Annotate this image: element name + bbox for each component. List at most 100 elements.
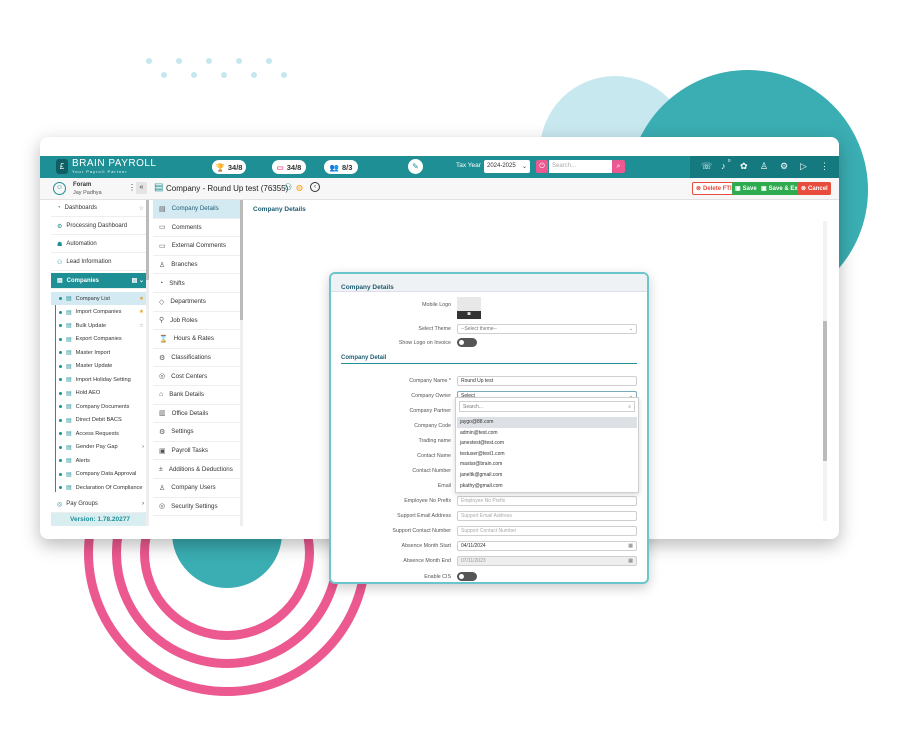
building-icon: ▤ <box>159 205 166 213</box>
field-input[interactable]: 07/11/2023 ▦ <box>457 556 637 566</box>
dropdown-option[interactable]: mastar@brain.com <box>457 459 637 470</box>
sidebar-subitem[interactable]: ▤ Alerts <box>51 454 149 467</box>
company-menu-item[interactable]: ⚙ Classifications <box>153 349 243 368</box>
star-filled-icon[interactable]: ★ <box>139 296 144 302</box>
dropdown-option[interactable]: jaygo@88.com <box>457 417 637 428</box>
field-input[interactable]: Employee No Prefix <box>457 496 637 506</box>
back-icon[interactable]: ‹ <box>310 182 320 192</box>
sidebar-subitem[interactable]: ▤ Bulk Update ☆ <box>51 319 149 332</box>
bank-icon: ⌂ <box>159 391 164 399</box>
sidebar-item-automation[interactable]: ☗ Automation <box>51 236 149 253</box>
pin-button[interactable]: ✎ <box>408 159 423 174</box>
tax-year-label: Tax Year <box>456 162 481 169</box>
content-scrollbar[interactable] <box>823 221 827 521</box>
company-menu-item[interactable]: ⚲ Job Roles <box>153 312 243 331</box>
org-icon[interactable]: ⚇ <box>284 182 292 193</box>
sidebar-subitem[interactable]: ▤ Master Import <box>51 346 149 359</box>
brand-logo[interactable]: £ BRAIN PAYROLL Your Payroll Partner <box>56 158 157 174</box>
document-icon: ▤ <box>66 404 72 410</box>
bag-icon: £ <box>56 158 68 174</box>
logout-icon[interactable]: ▷ <box>800 161 807 172</box>
settings-icon[interactable]: ⚙ <box>780 161 788 172</box>
company-menu-item[interactable]: ⌂ Bank Details <box>153 386 243 405</box>
company-menu-item[interactable]: ◎ Security Settings <box>153 498 243 517</box>
save-button[interactable]: ▣ Save <box>732 182 760 195</box>
chat-icon[interactable]: ☏ <box>701 161 712 172</box>
sidebar-item-processing[interactable]: ⚙ Processing Dashboard <box>51 218 149 235</box>
dropdown-search-input[interactable]: Search... ⌕ <box>459 401 635 412</box>
counter-pill-3[interactable]: 👥 8/3 <box>324 160 358 174</box>
sidebar-subitem[interactable]: ▤ Import Companies ★ <box>51 306 149 319</box>
sidebar-subitem[interactable]: ▤ Export Companies <box>51 333 149 346</box>
show-logo-toggle[interactable] <box>457 338 477 347</box>
star-filled-icon[interactable]: ★ <box>139 309 144 315</box>
company-menu-scrollbar[interactable] <box>240 200 243 526</box>
sidebar-subitem[interactable]: ▤ Gender Pay Gap › <box>51 441 149 454</box>
user-switch-icon[interactable]: ♙ <box>760 161 768 172</box>
field-input[interactable]: 04/11/2024 ▦ <box>457 541 637 551</box>
version-bar: Version: 1.78.20277 <box>51 513 149 526</box>
counter-pill-2[interactable]: ▭ 34/8 <box>272 160 306 174</box>
field-input[interactable]: Round Up test <box>457 376 637 386</box>
company-menu-item[interactable]: ⚙ Settings <box>153 423 243 442</box>
star-outline-icon[interactable]: ☆ <box>139 205 144 212</box>
sidebar-scrollbar[interactable] <box>146 200 149 526</box>
kebab-icon[interactable]: ⋮ <box>128 183 136 192</box>
company-menu-item[interactable]: ⌛ Hours & Rates <box>153 330 243 349</box>
company-menu-item[interactable]: ♙ Company Users <box>153 479 243 498</box>
collapse-sidebar-button[interactable]: « <box>136 182 147 194</box>
dropdown-option[interactable]: janestest@test.com <box>457 438 637 449</box>
company-menu-item[interactable]: ▭ External Comments <box>153 237 243 256</box>
dropdown-option[interactable]: admin@test.com <box>457 428 637 439</box>
department-icon: ◇ <box>159 298 165 306</box>
company-menu-item[interactable]: ◎ Cost Centers <box>153 367 243 386</box>
counter-pill-1[interactable]: 🏆 34/8 <box>212 160 246 174</box>
company-menu-item[interactable]: ◇ Departments <box>153 293 243 312</box>
avatar[interactable]: ☺ <box>53 182 66 195</box>
dropdown-option[interactable]: pkathy@gmail.com <box>457 481 637 492</box>
holiday-icon: ▤ <box>66 377 72 383</box>
field-input[interactable]: Support Contact Number <box>457 526 637 536</box>
sidebar-subitem[interactable]: ▤ Company Documents <box>51 400 149 413</box>
chevron-right-icon: › <box>142 444 144 450</box>
enable-cis-toggle[interactable] <box>457 572 477 581</box>
sidebar-subitem[interactable]: ▤ Company Data Approval <box>51 468 149 481</box>
mobile-logo-preview[interactable]: ◙ <box>457 297 481 319</box>
search-input[interactable]: Search... <box>549 160 612 173</box>
tree-bullet <box>59 405 62 408</box>
sidebar-subitem[interactable]: ▤ Import Holiday Setting <box>51 373 149 386</box>
company-menu-item[interactable]: ◔ Shifts <box>153 274 243 293</box>
theme-select[interactable]: --Select theme-- ⌄ <box>457 324 637 334</box>
sidebar-subitem[interactable]: ▤ Declaration Of Compliance <box>51 481 149 494</box>
company-menu-item[interactable]: ± Additions & Deductions <box>153 460 243 479</box>
dropdown-option[interactable]: janeltk@gmail.com <box>457 470 637 481</box>
cancel-button[interactable]: ⊗ Cancel <box>798 182 831 195</box>
sidebar-subitem[interactable]: ▤ Company List ★ <box>51 292 149 305</box>
star-outline-icon[interactable]: ☆ <box>139 323 144 329</box>
sidebar-subitem[interactable]: ▤ Hold AEO <box>51 387 149 400</box>
power-icon[interactable]: ⏻ <box>536 160 548 173</box>
toggle-icon[interactable]: ◍ <box>296 183 303 192</box>
tree-bullet <box>59 459 62 462</box>
palette-icon[interactable]: ✿ <box>740 161 748 172</box>
sidebar-item-pay-groups[interactable]: ◎ Pay Groups › <box>51 496 149 513</box>
sidebar-item-dashboards[interactable]: ◔ Dashboards ☆ <box>51 200 149 217</box>
sidebar-item-lead[interactable]: ⚇ Lead Information <box>51 254 149 271</box>
sidebar-subitem[interactable]: ▤ Master Update <box>51 360 149 373</box>
company-menu-item[interactable]: ▤ Company Details <box>153 200 243 219</box>
sidebar-subitem[interactable]: ▤ Direct Debit BACS <box>51 414 149 427</box>
more-icon[interactable]: ⋮ <box>820 161 829 172</box>
company-menu-item[interactable]: ▭ Comments <box>153 219 243 238</box>
company-menu-item[interactable]: ▣ Payroll Tasks <box>153 442 243 461</box>
sidebar-subitem[interactable]: ▤ Access Requests <box>51 427 149 440</box>
delete-button[interactable]: ⊗ Delete FTI <box>692 182 736 195</box>
field-input[interactable]: Support Email Address <box>457 511 637 521</box>
sidebar-section-companies[interactable]: ▤ Companies ▤ ⌄ <box>51 273 149 289</box>
company-menu-item[interactable]: ♙ Branches <box>153 256 243 275</box>
search-button[interactable]: ⌕ <box>612 160 625 173</box>
tax-year-select[interactable]: 2024-2025 ⌄ <box>484 160 530 173</box>
bell-icon[interactable]: ♪ <box>721 161 726 171</box>
dropdown-option[interactable]: testuser@test1.com <box>457 449 637 460</box>
company-menu-item[interactable]: ▥ Office Details <box>153 405 243 424</box>
card-icon: ▭ <box>276 162 284 172</box>
